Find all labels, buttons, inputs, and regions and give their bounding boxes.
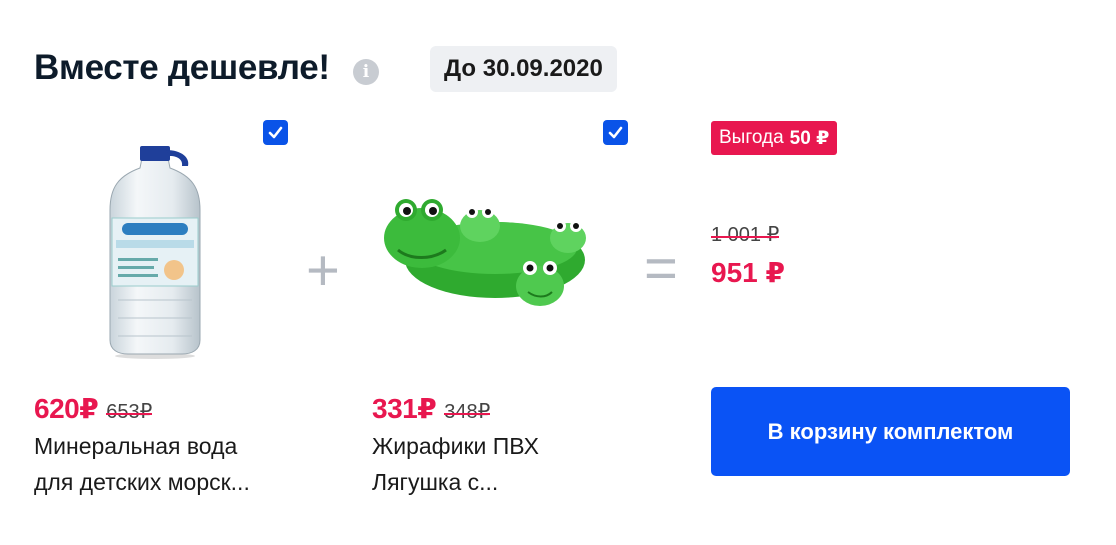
benefit-badge: Выгода 50 ₽ [711, 121, 838, 155]
add-bundle-to-cart-button[interactable]: В корзину комплектом [711, 387, 1070, 476]
checkmark-icon [608, 126, 623, 139]
total-new-price: 951 ₽ [711, 257, 785, 288]
checkmark-icon [268, 126, 283, 139]
date-badge: До 30.09.2020 [430, 46, 617, 92]
water-bottle-image[interactable] [100, 140, 210, 360]
total-old-price: 1 001 ₽ [711, 224, 780, 246]
product-1-price-row: 620₽ 653₽ [34, 392, 153, 425]
product-2-price: 331₽ [372, 393, 437, 424]
product-2-name-line2: Лягушка с... [372, 469, 499, 495]
product-1-name-line2: для детских морск... [34, 469, 250, 495]
product-1-name[interactable]: Минеральная вода для детских морск... [34, 428, 250, 500]
product-2-checkbox[interactable] [603, 120, 628, 145]
benefit-label: Выгода [719, 127, 784, 148]
product-1-old-price: 653₽ [106, 401, 153, 423]
product-1-name-line1: Минеральная вода [34, 433, 238, 459]
product-2-name-line1: Жирафики ПВХ [372, 433, 539, 459]
product-2-name[interactable]: Жирафики ПВХ Лягушка с... [372, 428, 539, 500]
product-1-price: 620₽ [34, 393, 99, 424]
product-1-checkbox[interactable] [263, 120, 288, 145]
equals-sign: = [644, 236, 678, 301]
product-2-price-row: 331₽ 348₽ [372, 392, 491, 425]
frog-toys-image[interactable] [380, 188, 595, 313]
plus-sign: + [306, 238, 340, 303]
benefit-value: 50 ₽ [789, 127, 830, 149]
section-title: Вместе дешевле! [34, 48, 330, 87]
product-2-old-price: 348₽ [444, 401, 491, 423]
info-icon[interactable]: i [353, 59, 379, 85]
